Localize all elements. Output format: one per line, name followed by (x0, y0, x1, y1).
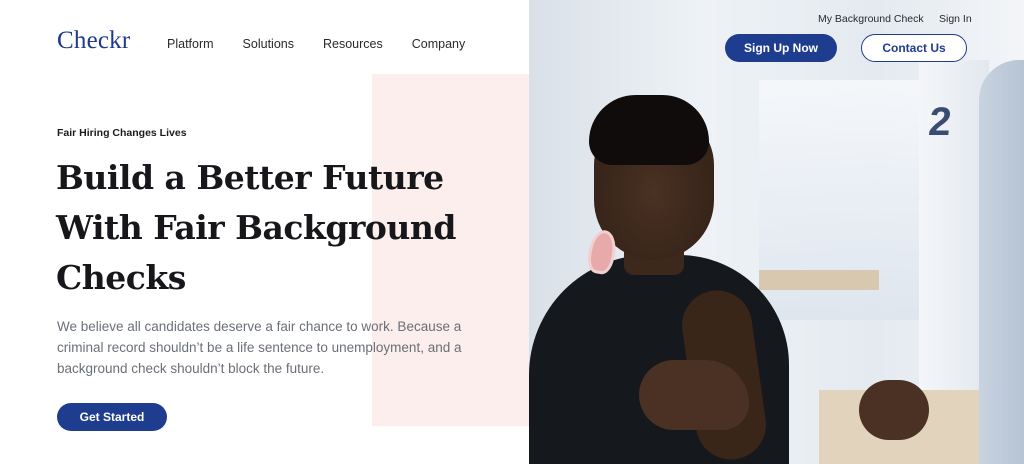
photo-second-person (979, 60, 1024, 464)
contact-us-button[interactable]: Contact Us (861, 34, 967, 62)
nav-item-company[interactable]: Company (412, 37, 466, 51)
sign-in-link[interactable]: Sign In (939, 13, 972, 25)
hero-photo: 2 (529, 0, 1024, 464)
logo[interactable]: Checkr (57, 27, 130, 55)
photo-pillar-number: 2 (926, 100, 954, 144)
hero-headline: Build a Better Future With Fair Backgrou… (56, 153, 476, 303)
photo-person-hand (639, 360, 749, 430)
main-nav: Platform Solutions Resources Company (167, 37, 494, 51)
hero-body-text: We believe all candidates deserve a fair… (57, 319, 462, 376)
headline-line-1: Build a Better Future (56, 158, 444, 197)
sign-up-button[interactable]: Sign Up Now (725, 34, 837, 62)
nav-item-solutions[interactable]: Solutions (243, 37, 294, 51)
nav-item-resources[interactable]: Resources (323, 37, 383, 51)
get-started-button[interactable]: Get Started (57, 403, 167, 431)
nav-item-platform[interactable]: Platform (167, 37, 214, 51)
headline-line-3: Checks (56, 258, 186, 297)
photo-person-hair (589, 95, 709, 165)
hero-eyebrow: Fair Hiring Changes Lives (57, 127, 187, 139)
photo-desk (759, 270, 879, 290)
headline-line-2: With Fair Background (56, 208, 456, 247)
photo-person-hand-right (859, 380, 929, 440)
my-background-check-link[interactable]: My Background Check (818, 13, 924, 25)
